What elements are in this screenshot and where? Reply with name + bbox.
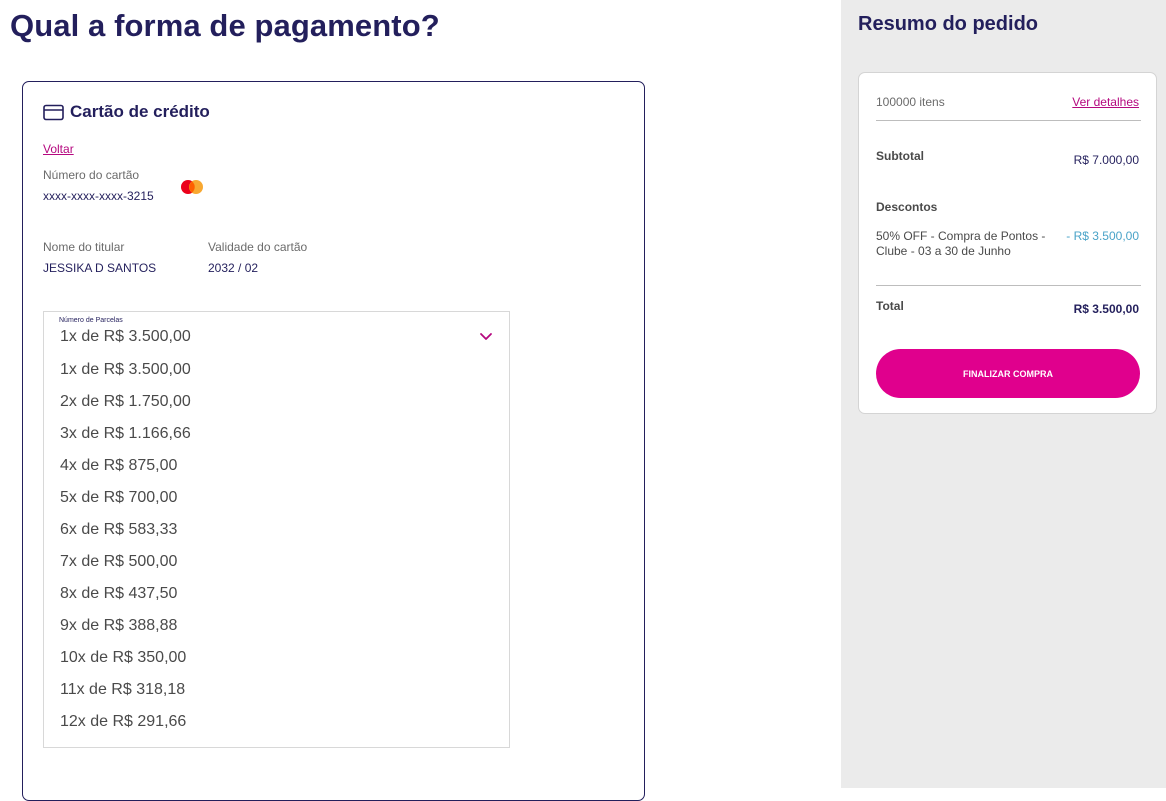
- installment-option[interactable]: 8x de R$ 437,50: [44, 578, 509, 610]
- back-link[interactable]: Voltar: [43, 142, 74, 156]
- discounts-label: Descontos: [876, 200, 938, 214]
- holder-name-value: JESSIKA D SANTOS: [43, 261, 157, 275]
- installments-options-list: 1x de R$ 3.500,00 2x de R$ 1.750,00 3x de …: [44, 354, 509, 738]
- divider: [876, 120, 1141, 121]
- chevron-down-icon[interactable]: [478, 331, 494, 343]
- subtotal-value: R$ 7.000,00: [1073, 153, 1139, 167]
- installment-option[interactable]: 2x de R$ 1.750,00: [44, 386, 509, 418]
- card-number-value: xxxx-xxxx-xxxx-3215: [43, 189, 154, 203]
- card-number-label: Número do cartão: [43, 168, 140, 182]
- installment-option[interactable]: 5x de R$ 700,00: [44, 482, 509, 514]
- installment-option[interactable]: 9x de R$ 388,88: [44, 610, 509, 642]
- discount-description: 50% OFF - Compra de Pontos - Clube - 03 …: [876, 229, 1046, 258]
- payment-method-header: Cartão de crédito: [43, 102, 210, 122]
- installment-option[interactable]: 3x de R$ 1.166,66: [44, 418, 509, 450]
- card-expiry-label: Validade do cartão: [208, 240, 308, 254]
- installments-caption: Número de Parcelas: [59, 317, 123, 324]
- installment-option[interactable]: 10x de R$ 350,00: [44, 642, 509, 674]
- holder-name-label: Nome do titular: [43, 240, 125, 254]
- order-summary-title: Resumo do pedido: [858, 13, 1038, 35]
- total-label: Total: [876, 299, 904, 313]
- installment-option[interactable]: 1x de R$ 3.500,00: [44, 354, 509, 386]
- finish-purchase-button[interactable]: FINALIZAR COMPRA: [876, 349, 1140, 398]
- divider: [876, 285, 1141, 286]
- order-summary-sidebar: Resumo do pedido 100000 itens Ver detalh…: [841, 0, 1166, 788]
- installments-selected-value[interactable]: 1x de R$ 3.500,00: [60, 328, 191, 346]
- view-details-link[interactable]: Ver detalhes: [1072, 95, 1139, 109]
- subtotal-label: Subtotal: [876, 149, 924, 163]
- installment-option[interactable]: 11x de R$ 318,18: [44, 674, 509, 706]
- items-count: 100000 itens: [876, 95, 945, 109]
- installment-option[interactable]: 4x de R$ 875,00: [44, 450, 509, 482]
- total-value: R$ 3.500,00: [1073, 302, 1139, 316]
- card-expiry-value: 2032 / 02: [208, 261, 259, 275]
- credit-card-panel: Cartão de crédito Voltar Número do cartã…: [22, 81, 645, 801]
- installments-select[interactable]: Número de Parcelas 1x de R$ 3.500,00 1x …: [43, 311, 510, 748]
- installment-option[interactable]: 6x de R$ 583,33: [44, 514, 509, 546]
- installment-option[interactable]: 12x de R$ 291,66: [44, 706, 509, 738]
- order-summary-box: 100000 itens Ver detalhes Subtotal R$ 7.…: [858, 72, 1157, 414]
- page-title: Qual a forma de pagamento?: [10, 8, 440, 43]
- payment-method-title: Cartão de crédito: [70, 102, 210, 121]
- mastercard-icon: [181, 180, 203, 194]
- installment-option[interactable]: 7x de R$ 500,00: [44, 546, 509, 578]
- credit-card-icon: [43, 104, 64, 120]
- discount-value: - R$ 3.500,00: [1066, 229, 1139, 243]
